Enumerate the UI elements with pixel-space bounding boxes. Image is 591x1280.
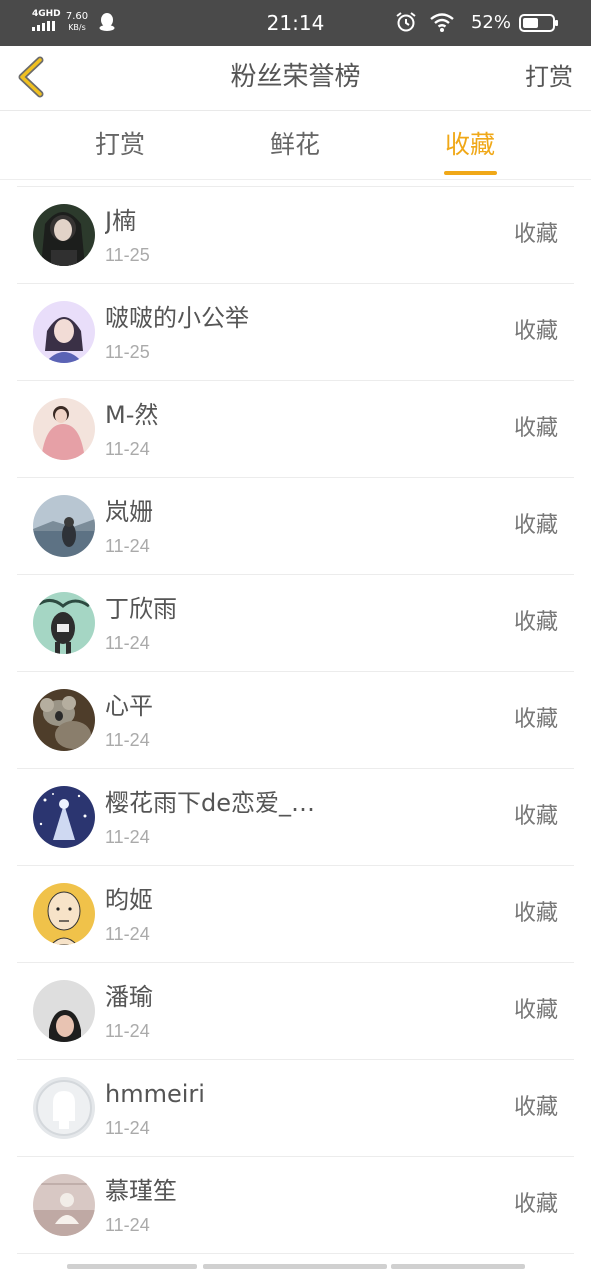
status-bar: 4GHD 7.60 KB/s 21:14 52% bbox=[0, 0, 591, 46]
fan-date: 11-25 bbox=[105, 342, 150, 362]
fan-date: 11-24 bbox=[105, 633, 150, 653]
active-tab-indicator bbox=[444, 171, 497, 175]
fan-date: 11-24 bbox=[105, 827, 150, 847]
fan-name: M-然 bbox=[105, 401, 159, 429]
page-title: 粉丝荣誉榜 bbox=[230, 62, 361, 92]
fan-action: 收藏 bbox=[513, 1192, 558, 1217]
fan-name: 岚姗 bbox=[105, 498, 153, 526]
fan-date: 11-25 bbox=[105, 245, 150, 265]
loading-placeholder bbox=[203, 1264, 387, 1269]
loading-placeholder bbox=[391, 1264, 525, 1269]
avatar[interactable] bbox=[33, 398, 95, 460]
fan-action: 收藏 bbox=[513, 319, 558, 344]
fan-name: 丁欣雨 bbox=[105, 595, 177, 623]
fan-name: 啵啵的小公举 bbox=[105, 304, 249, 332]
list-item[interactable]: 慕瑾笙 11-24 收藏 bbox=[17, 1157, 574, 1254]
fan-name: 慕瑾笙 bbox=[105, 1177, 177, 1205]
fan-action: 收藏 bbox=[513, 513, 558, 538]
list-item[interactable]: M-然 11-24 收藏 bbox=[17, 381, 574, 478]
fan-name: 心平 bbox=[105, 692, 153, 720]
avatar[interactable] bbox=[33, 786, 95, 848]
reward-button[interactable]: 打赏 bbox=[525, 60, 573, 94]
tab-reward[interactable]: 打赏 bbox=[70, 111, 170, 179]
fan-name: hmmeiri bbox=[105, 1080, 205, 1108]
list-item-partial bbox=[17, 1254, 574, 1278]
list-item[interactable]: hmmeiri 11-24 收藏 bbox=[17, 1060, 574, 1157]
nav-bar: 粉丝荣誉榜 打赏 bbox=[0, 46, 591, 111]
fan-action: 收藏 bbox=[513, 1095, 558, 1120]
list-item[interactable]: 岚姗 11-24 收藏 bbox=[17, 478, 574, 575]
wifi-icon bbox=[430, 13, 454, 32]
fan-action: 收藏 bbox=[513, 222, 558, 247]
list-item[interactable]: 樱花雨下de恋爱_… 11-24 收藏 bbox=[17, 769, 574, 866]
avatar[interactable] bbox=[33, 495, 95, 557]
list-item[interactable]: 啵啵的小公举 11-25 收藏 bbox=[17, 284, 574, 381]
fan-date: 11-24 bbox=[105, 1215, 150, 1235]
fan-name: J楠 bbox=[105, 207, 137, 235]
list-item[interactable]: 丁欣雨 11-24 收藏 bbox=[17, 575, 574, 672]
fan-action: 收藏 bbox=[513, 901, 558, 926]
fan-action: 收藏 bbox=[513, 804, 558, 829]
list-item[interactable]: J楠 11-25 收藏 bbox=[17, 187, 574, 284]
avatar-default-icon[interactable] bbox=[33, 1077, 95, 1139]
tab-flowers[interactable]: 鲜花 bbox=[245, 111, 345, 179]
avatar[interactable] bbox=[33, 689, 95, 751]
alarm-icon bbox=[396, 12, 416, 32]
fan-action: 收藏 bbox=[513, 610, 558, 635]
avatar[interactable] bbox=[33, 204, 95, 266]
avatar[interactable] bbox=[33, 1174, 95, 1236]
list-item[interactable]: 潘瑜 11-24 收藏 bbox=[17, 963, 574, 1060]
fan-date: 11-24 bbox=[105, 536, 150, 556]
avatar[interactable] bbox=[33, 301, 95, 363]
fan-name: 潘瑜 bbox=[105, 983, 153, 1011]
fan-action: 收藏 bbox=[513, 416, 558, 441]
battery-percent: 52% bbox=[470, 12, 511, 33]
fan-action: 收藏 bbox=[513, 998, 558, 1023]
fan-list: J楠 11-25 收藏 啵啵的小公举 11-25 收藏 M-然 11-24 收藏… bbox=[17, 186, 574, 1278]
loading-placeholder bbox=[67, 1264, 197, 1269]
screen: 4GHD 7.60 KB/s 21:14 52% 粉丝荣誉榜 打赏 打赏 鲜花 … bbox=[0, 0, 591, 1280]
list-item[interactable]: 心平 11-24 收藏 bbox=[17, 672, 574, 769]
avatar[interactable] bbox=[33, 980, 95, 1042]
fan-date: 11-24 bbox=[105, 1118, 150, 1138]
avatar[interactable] bbox=[33, 883, 95, 945]
fan-date: 11-24 bbox=[105, 730, 150, 750]
tab-favorites[interactable]: 收藏 bbox=[420, 111, 520, 179]
fan-date: 11-24 bbox=[105, 924, 150, 944]
fan-date: 11-24 bbox=[105, 1021, 150, 1041]
fan-name: 樱花雨下de恋爱_… bbox=[105, 789, 315, 817]
fan-action: 收藏 bbox=[513, 707, 558, 732]
battery-icon bbox=[519, 14, 558, 32]
fan-date: 11-24 bbox=[105, 439, 150, 459]
fan-name: 昀姬 bbox=[105, 886, 153, 914]
avatar[interactable] bbox=[33, 592, 95, 654]
list-item[interactable]: 昀姬 11-24 收藏 bbox=[17, 866, 574, 963]
tab-bar: 打赏 鲜花 收藏 bbox=[0, 111, 591, 180]
